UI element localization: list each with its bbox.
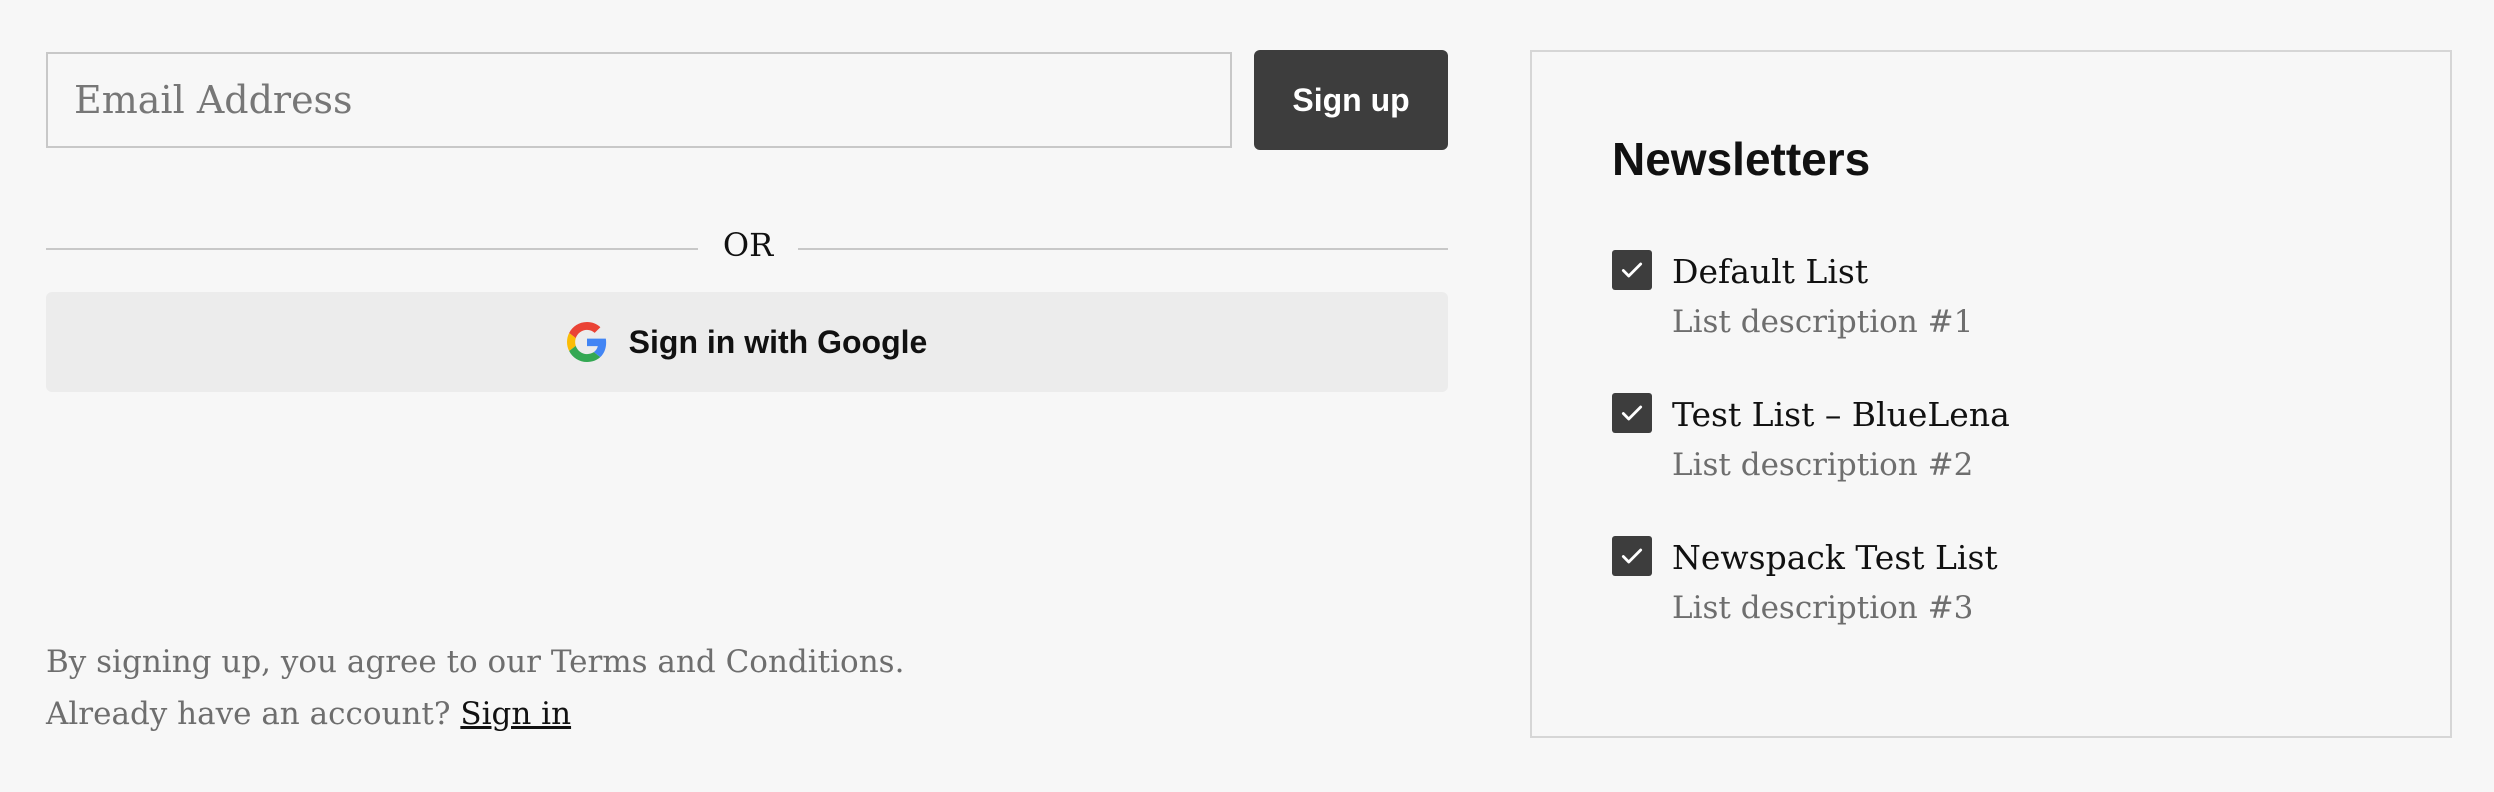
checkmark-icon bbox=[1621, 405, 1643, 421]
account-prompt: Already have an account? bbox=[46, 696, 451, 732]
terms-notice: By signing up, you agree to our Terms an… bbox=[46, 636, 904, 740]
newsletter-checkbox[interactable] bbox=[1612, 393, 1652, 433]
or-label: OR bbox=[722, 226, 774, 264]
newsletter-item: Newspack Test List List description #3 bbox=[1612, 536, 2412, 646]
google-g-icon bbox=[566, 322, 607, 362]
newsletter-description: List description #1 bbox=[1672, 304, 1974, 340]
signup-button[interactable]: Sign up bbox=[1254, 50, 1448, 150]
or-divider: OR bbox=[46, 218, 1448, 272]
checkmark-icon bbox=[1621, 548, 1643, 564]
newsletters-panel: Newsletters Default List List descriptio… bbox=[1530, 50, 2452, 738]
newsletter-description: List description #2 bbox=[1672, 447, 1974, 483]
terms-text: By signing up, you agree to our Terms an… bbox=[46, 644, 905, 680]
newsletter-description: List description #3 bbox=[1672, 590, 1974, 626]
email-signup-row: Sign up bbox=[46, 50, 1448, 150]
divider-line-right bbox=[798, 248, 1448, 250]
account-prompt-line: Already have an account? Sign in bbox=[46, 688, 904, 740]
email-input[interactable] bbox=[46, 52, 1232, 148]
newsletters-title: Newsletters bbox=[1612, 133, 1871, 185]
checkmark-icon bbox=[1621, 262, 1643, 278]
newsletter-checkbox[interactable] bbox=[1612, 536, 1652, 576]
signin-link[interactable]: Sign in bbox=[460, 696, 571, 732]
newsletter-name: Newspack Test List bbox=[1672, 538, 1998, 577]
google-signin-button[interactable]: Sign in with Google bbox=[46, 292, 1448, 392]
signup-form: Sign up OR Sign in with Google By signin… bbox=[46, 50, 1448, 750]
newsletter-item: Test List – BlueLena List description #2 bbox=[1612, 393, 2412, 503]
google-signin-label: Sign in with Google bbox=[628, 323, 928, 360]
newsletter-checkbox[interactable] bbox=[1612, 250, 1652, 290]
newsletter-name: Test List – BlueLena bbox=[1672, 395, 2010, 434]
newsletter-name: Default List bbox=[1672, 252, 1869, 291]
newsletter-item: Default List List description #1 bbox=[1612, 250, 2412, 360]
divider-line-left bbox=[46, 248, 698, 250]
